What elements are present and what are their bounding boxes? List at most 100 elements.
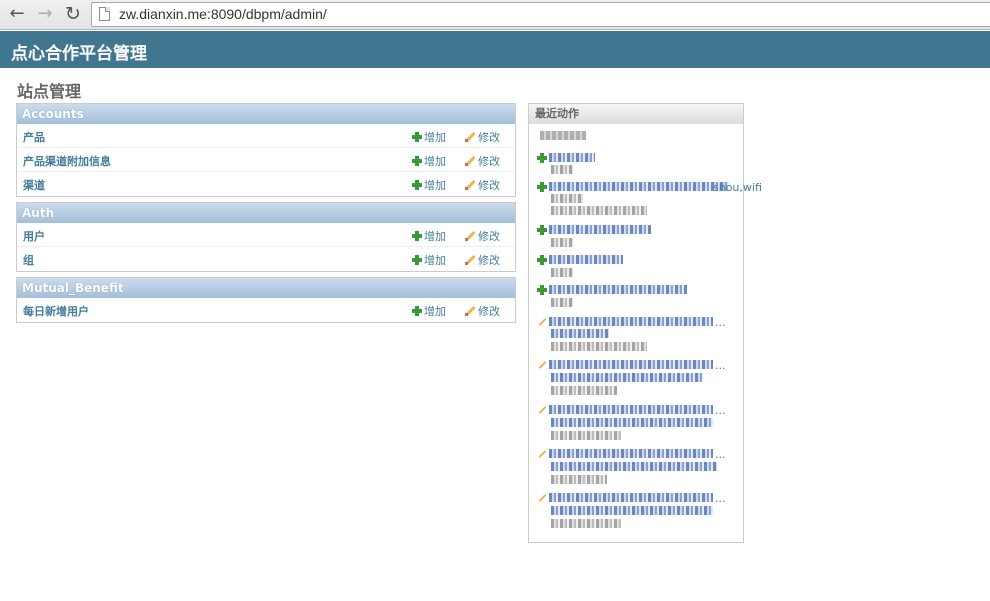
table-row: 产品渠道附加信息 增加 修改 — [17, 148, 515, 172]
add-label: 增加 — [424, 305, 446, 318]
table-row: 每日新增用户 增加 修改 — [17, 298, 515, 322]
pencil-icon — [537, 449, 547, 459]
add-icon — [412, 306, 422, 316]
redacted-text — [551, 431, 621, 440]
redacted-text — [549, 449, 713, 458]
add-link[interactable]: 增加 — [412, 252, 446, 268]
pencil-icon — [537, 493, 547, 503]
ellipsis: ... — [715, 316, 726, 329]
change-label: 修改 — [478, 305, 500, 318]
redacted-text — [549, 153, 595, 162]
change-link[interactable]: 修改 — [465, 252, 500, 268]
model-link[interactable]: 每日新增用户 — [23, 303, 89, 319]
add-icon — [412, 180, 422, 190]
entry-text-fragment: shou,wifi — [713, 181, 762, 194]
address-bar[interactable]: zw.dianxin.me:8090/dbpm/admin/ — [91, 2, 990, 27]
pencil-icon — [465, 155, 476, 166]
url-text[interactable]: zw.dianxin.me:8090/dbpm/admin/ — [119, 6, 327, 22]
model-link[interactable]: 渠道 — [23, 177, 45, 193]
redacted-text — [551, 373, 703, 382]
redacted-text — [549, 182, 729, 191]
add-label: 增加 — [424, 230, 446, 243]
add-link[interactable]: 增加 — [412, 129, 446, 145]
table-row: 组 增加 修改 — [17, 247, 515, 271]
module-accounts: Accounts 产品 增加 修改 产品渠道附加信息 增加 修改 渠道 增加 修… — [16, 103, 516, 197]
add-link[interactable]: 增加 — [412, 303, 446, 319]
add-icon — [537, 255, 547, 265]
add-icon — [412, 156, 422, 166]
add-link[interactable]: 增加 — [412, 153, 446, 169]
ellipsis: ... — [715, 492, 726, 505]
change-label: 修改 — [478, 155, 500, 168]
site-title[interactable]: 点心合作平台管理 — [11, 39, 147, 64]
add-icon — [537, 225, 547, 235]
page-title: 站点管理 — [17, 82, 82, 101]
site-header: 点心合作平台管理 — [0, 31, 990, 68]
ellipsis: ... — [715, 359, 726, 372]
redacted-text — [549, 317, 713, 326]
add-label: 增加 — [424, 131, 446, 144]
change-link[interactable]: 修改 — [465, 129, 500, 145]
ellipsis: ... — [715, 448, 726, 461]
change-label: 修改 — [478, 254, 500, 267]
model-link[interactable]: 产品 — [23, 129, 45, 145]
redacted-text — [551, 238, 573, 247]
add-icon — [537, 182, 547, 192]
recent-actions-panel: 最近动作 shou,wifi ... ... ... ... ... — [528, 103, 762, 543]
change-label: 修改 — [478, 230, 500, 243]
back-arrow-icon[interactable]: ← — [6, 4, 28, 24]
model-link[interactable]: 用户 — [23, 228, 45, 244]
module-header[interactable]: Mutual_Benefit — [17, 278, 515, 298]
redacted-text — [551, 386, 617, 395]
add-icon — [412, 231, 422, 241]
reload-icon[interactable]: ↻ — [62, 4, 84, 24]
change-link[interactable]: 修改 — [465, 153, 500, 169]
add-link[interactable]: 增加 — [412, 177, 446, 193]
redacted-text — [551, 506, 713, 515]
redacted-text — [549, 255, 623, 264]
table-row: 用户 增加 修改 — [17, 223, 515, 247]
module-header[interactable]: Accounts — [17, 104, 515, 124]
pencil-icon — [465, 254, 476, 265]
change-label: 修改 — [478, 179, 500, 192]
redacted-text — [551, 329, 609, 338]
add-label: 增加 — [424, 254, 446, 267]
add-link[interactable]: 增加 — [412, 228, 446, 244]
add-icon — [537, 285, 547, 295]
change-link[interactable]: 修改 — [465, 177, 500, 193]
redacted-text — [551, 165, 573, 174]
model-link[interactable]: 组 — [23, 252, 34, 268]
redacted-text — [551, 519, 621, 528]
redacted-text — [551, 268, 573, 277]
redacted-text — [551, 418, 713, 427]
table-row: 产品 增加 修改 — [17, 124, 515, 148]
module-mutual-benefit: Mutual_Benefit 每日新增用户 增加 修改 — [16, 277, 516, 323]
redacted-text — [551, 194, 583, 203]
page-icon — [99, 7, 110, 21]
pencil-icon — [465, 179, 476, 190]
browser-toolbar: ← → ↻ zw.dianxin.me:8090/dbpm/admin/ — [0, 0, 990, 30]
forward-arrow-icon[interactable]: → — [34, 4, 56, 24]
redacted-text — [551, 206, 647, 215]
add-icon — [537, 153, 547, 163]
change-link[interactable]: 修改 — [465, 303, 500, 319]
model-link[interactable]: 产品渠道附加信息 — [23, 153, 111, 169]
pencil-icon — [537, 317, 547, 327]
redacted-text — [549, 225, 651, 234]
change-label: 修改 — [478, 131, 500, 144]
redacted-text — [551, 342, 647, 351]
redacted-text — [549, 285, 687, 294]
redacted-text — [549, 405, 713, 414]
redacted-text — [551, 298, 573, 307]
my-actions-label — [540, 131, 586, 140]
ellipsis: ... — [715, 404, 726, 417]
redacted-text — [551, 475, 607, 484]
module-header[interactable]: Auth — [17, 203, 515, 223]
add-icon — [412, 255, 422, 265]
add-icon — [412, 132, 422, 142]
redacted-text — [549, 360, 713, 369]
module-auth: Auth 用户 增加 修改 组 增加 修改 — [16, 202, 516, 272]
change-link[interactable]: 修改 — [465, 228, 500, 244]
pencil-icon — [465, 230, 476, 241]
add-label: 增加 — [424, 155, 446, 168]
